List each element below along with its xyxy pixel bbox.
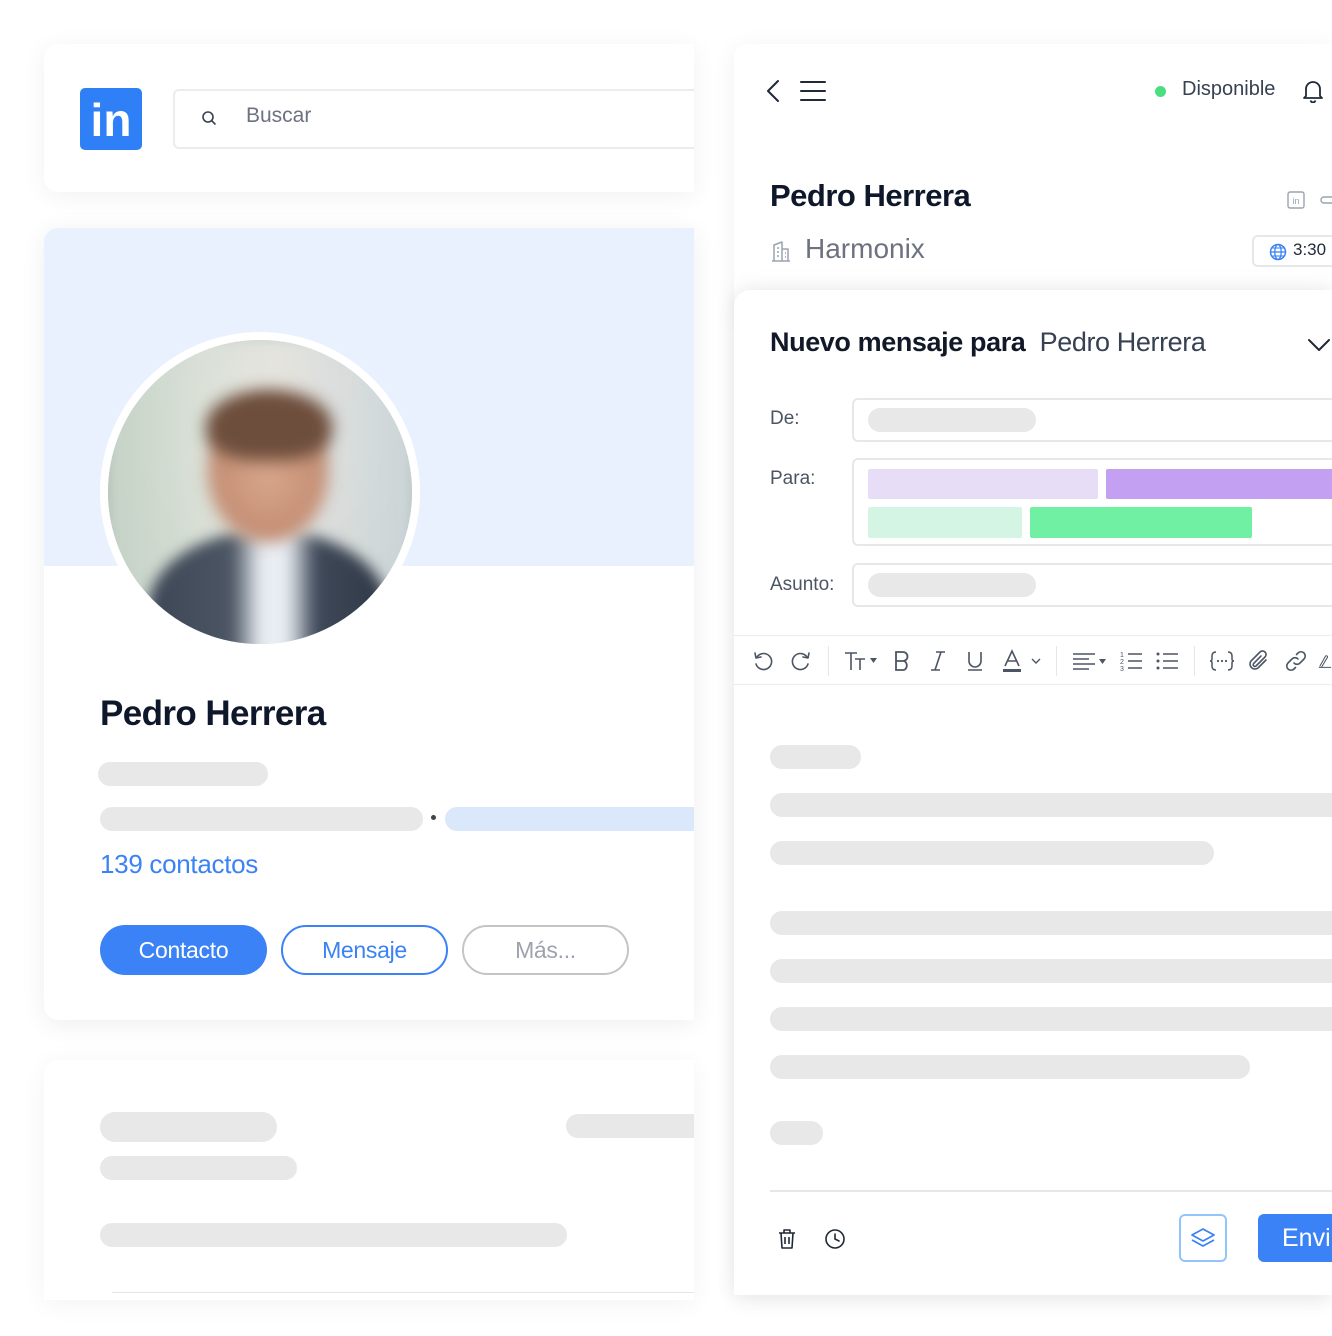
recipient-chip[interactable] bbox=[868, 469, 1098, 499]
subject-label: Asunto: bbox=[770, 574, 835, 595]
send-button[interactable]: Envi bbox=[1258, 1214, 1332, 1262]
toolbar-separator bbox=[1056, 646, 1057, 676]
headline-placeholder bbox=[98, 762, 268, 786]
from-label: De: bbox=[770, 408, 800, 429]
variable-icon[interactable] bbox=[1208, 648, 1236, 674]
subject-value-placeholder bbox=[868, 573, 1036, 597]
underline-icon[interactable] bbox=[964, 648, 986, 674]
bell-icon[interactable] bbox=[1301, 78, 1325, 104]
company-name[interactable]: Harmonix bbox=[805, 233, 925, 265]
templates-button[interactable] bbox=[1179, 1214, 1227, 1262]
connections-link[interactable]: 139 contactos bbox=[100, 849, 258, 880]
skeleton-line bbox=[100, 1223, 567, 1247]
svg-text:2: 2 bbox=[1120, 659, 1124, 666]
skeleton-line bbox=[100, 1112, 277, 1142]
recipient-chip[interactable] bbox=[868, 507, 1022, 538]
schedule-icon[interactable] bbox=[822, 1226, 848, 1252]
signature-icon[interactable] bbox=[1318, 648, 1332, 674]
skeleton-line bbox=[100, 1156, 297, 1180]
svg-text:1: 1 bbox=[1120, 652, 1124, 659]
back-icon[interactable] bbox=[762, 78, 784, 104]
svg-text:in: in bbox=[1292, 196, 1299, 206]
bold-icon[interactable] bbox=[890, 648, 914, 674]
body-skeleton-line bbox=[770, 841, 1214, 865]
body-skeleton-line bbox=[770, 1121, 823, 1145]
attachment-icon[interactable] bbox=[1246, 648, 1272, 674]
search-placeholder: Buscar bbox=[246, 104, 312, 127]
compose-title-prefix: Nuevo mensaje para bbox=[770, 327, 1026, 357]
numbered-list-icon[interactable]: 123 bbox=[1118, 648, 1144, 674]
skeleton-line bbox=[566, 1114, 694, 1138]
secondary-card bbox=[44, 1060, 694, 1300]
contact-name: Pedro Herrera bbox=[770, 178, 971, 213]
recipient-chip[interactable] bbox=[1106, 469, 1332, 499]
search-icon bbox=[201, 110, 217, 126]
globe-icon bbox=[1268, 242, 1288, 262]
compose-title: Nuevo mensaje para Pedro Herrera bbox=[770, 327, 1206, 358]
font-size-icon[interactable] bbox=[842, 648, 880, 674]
building-icon bbox=[770, 240, 792, 262]
svg-text:in: in bbox=[91, 94, 132, 146]
linkedin-logo[interactable]: in bbox=[80, 88, 142, 150]
contact-button[interactable]: Contacto bbox=[100, 925, 267, 975]
body-skeleton-line bbox=[770, 745, 861, 769]
layers-icon bbox=[1191, 1228, 1215, 1247]
body-skeleton-line bbox=[770, 959, 1332, 983]
more-button[interactable]: Más... bbox=[462, 925, 629, 975]
from-value-placeholder bbox=[868, 408, 1036, 432]
separator-dot bbox=[431, 815, 436, 820]
trash-icon[interactable] bbox=[775, 1226, 799, 1252]
menu-icon[interactable] bbox=[800, 80, 826, 102]
chevron-down-icon[interactable] bbox=[1306, 334, 1332, 356]
contact-info-placeholder[interactable] bbox=[445, 807, 694, 831]
text-color-icon[interactable] bbox=[1000, 648, 1046, 674]
body-skeleton-line bbox=[770, 911, 1332, 935]
profile-name: Pedro Herrera bbox=[100, 694, 326, 733]
link-icon[interactable] bbox=[1318, 190, 1332, 210]
svg-text:3: 3 bbox=[1120, 666, 1124, 672]
body-skeleton-line bbox=[770, 1007, 1332, 1031]
align-icon[interactable] bbox=[1070, 648, 1108, 674]
avatar[interactable] bbox=[108, 340, 412, 644]
status-dot bbox=[1155, 86, 1166, 97]
body-skeleton-line bbox=[770, 1055, 1250, 1079]
body-skeleton-line bbox=[770, 793, 1332, 817]
to-label: Para: bbox=[770, 468, 816, 489]
linkedin-icon[interactable]: in bbox=[1286, 190, 1306, 210]
toolbar-bottom-border bbox=[734, 684, 1332, 685]
redo-icon[interactable] bbox=[788, 648, 814, 674]
italic-icon[interactable] bbox=[927, 648, 949, 674]
location-placeholder bbox=[100, 807, 423, 831]
compose-footer-divider bbox=[770, 1190, 1332, 1192]
compose-title-recipient: Pedro Herrera bbox=[1039, 327, 1206, 357]
recipient-chip[interactable] bbox=[1030, 507, 1252, 538]
toolbar-separator bbox=[828, 646, 829, 676]
message-button[interactable]: Mensaje bbox=[281, 925, 448, 975]
divider bbox=[112, 1292, 694, 1293]
toolbar-separator bbox=[1194, 646, 1195, 676]
undo-icon[interactable] bbox=[750, 648, 776, 674]
bullet-list-icon[interactable] bbox=[1154, 648, 1180, 674]
link-icon[interactable] bbox=[1283, 648, 1309, 674]
toolbar-top-border bbox=[734, 635, 1332, 636]
status-label[interactable]: Disponible bbox=[1182, 78, 1275, 101]
local-time: 3:30 bbox=[1293, 240, 1327, 259]
